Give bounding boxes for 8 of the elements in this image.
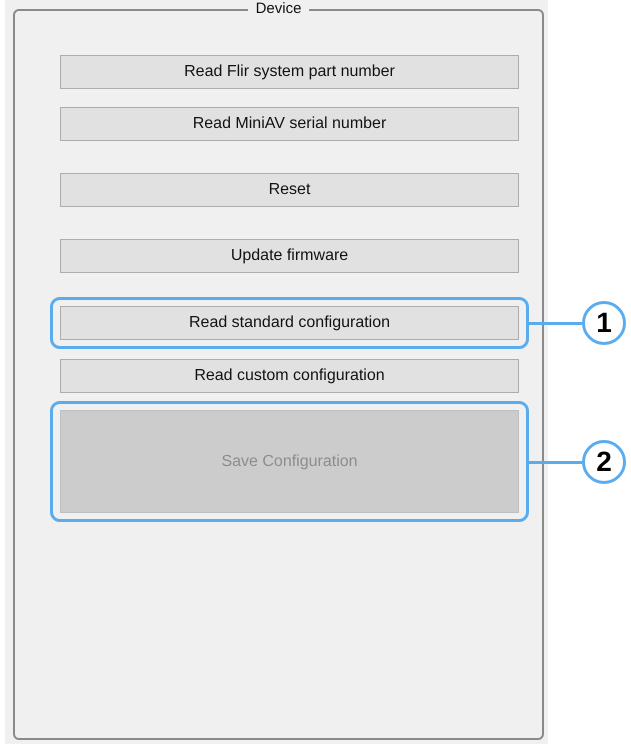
action-button[interactable]: Update firmware [60, 239, 519, 273]
action-button[interactable]: Read MiniAV serial number [60, 107, 519, 141]
callout-number: 2 [582, 440, 626, 484]
action-button[interactable]: Read standard configuration [60, 306, 519, 340]
action-button[interactable]: Read Flir system part number [60, 55, 519, 89]
callout-number: 1 [582, 301, 626, 345]
action-button[interactable]: Read custom configuration [60, 359, 519, 393]
action-button[interactable]: Reset [60, 173, 519, 207]
